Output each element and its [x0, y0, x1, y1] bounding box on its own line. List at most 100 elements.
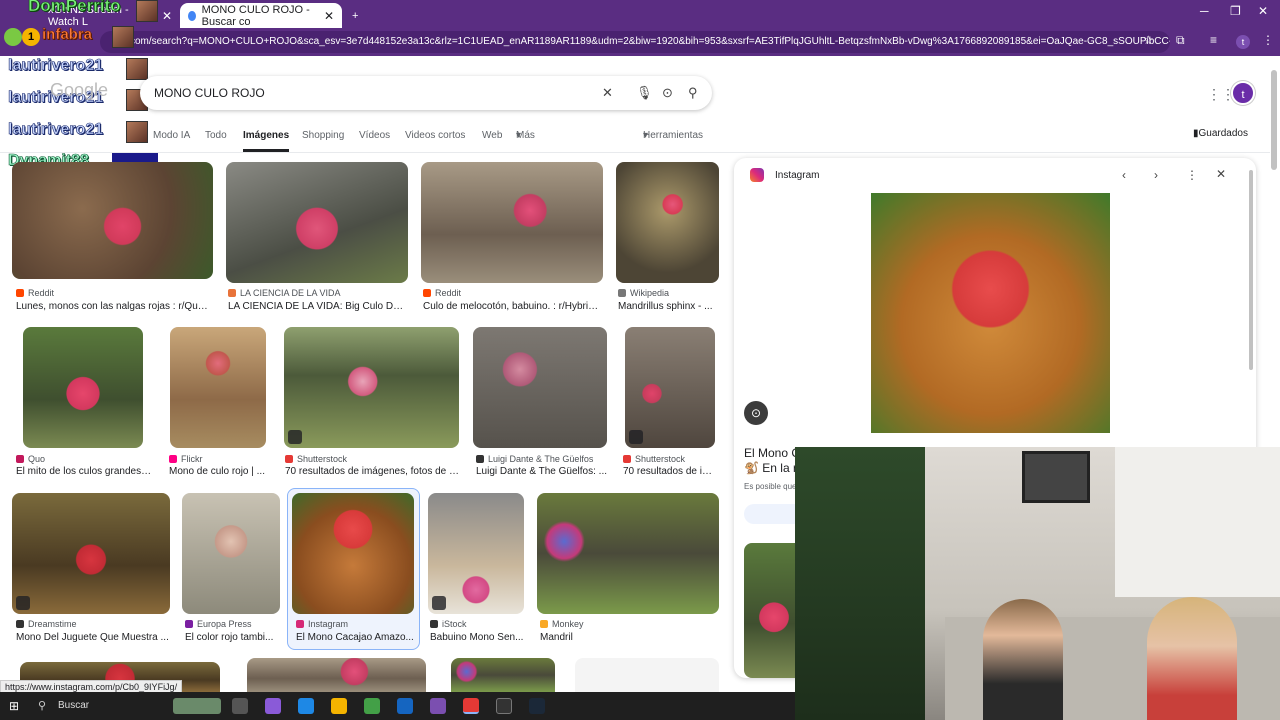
search-input[interactable]: MONO CULO ROJO	[154, 86, 265, 100]
steam-icon[interactable]	[529, 698, 545, 714]
result-title[interactable]: 70 resultados de imágenes, fotos de s...	[285, 466, 461, 477]
new-tab-button[interactable]: +	[344, 3, 366, 28]
taskbar-widget-icon[interactable]	[173, 698, 221, 714]
tab-videos-cortos[interactable]: Videos cortos	[405, 130, 465, 141]
result-image[interactable]	[23, 327, 143, 448]
result-image[interactable]	[247, 658, 426, 692]
minimize-icon[interactable]: ─	[1200, 4, 1209, 18]
close-window-icon[interactable]: ✕	[1258, 4, 1268, 18]
menu-icon[interactable]: ⋮	[1262, 33, 1274, 47]
overlay-user: infabra	[42, 26, 93, 44]
result-title[interactable]: LA CIENCIA DE LA VIDA: Big Culo Da...	[228, 301, 406, 312]
panel-title[interactable]: El Mono C	[744, 446, 800, 460]
result-title[interactable]: Lunes, monos con las nalgas rojas : r/Qu…	[16, 301, 211, 312]
result-title[interactable]: El color rojo tambi...	[185, 632, 275, 643]
task-view-icon[interactable]	[232, 698, 248, 714]
next-icon[interactable]: ›	[1154, 168, 1158, 182]
avatar[interactable]: t	[1231, 81, 1255, 105]
result-title[interactable]: Mono Del Juguete Que Muestra ...	[16, 632, 171, 643]
result-title[interactable]: 70 resultados de im...	[623, 466, 718, 477]
result-title[interactable]: Culo de melocotón, babuino. : r/Hybrid..…	[423, 301, 601, 312]
star-icon[interactable]: ☆	[1143, 33, 1154, 47]
tab-shopping[interactable]: Shopping	[302, 130, 344, 141]
result-image[interactable]	[182, 493, 280, 614]
restore-icon[interactable]: ❐	[1230, 4, 1241, 18]
result-source: Flickr	[169, 454, 203, 464]
microphone-icon[interactable]: 🎙	[636, 85, 653, 101]
result-image[interactable]	[12, 493, 170, 614]
tab-imagenes[interactable]: Imágenes	[243, 130, 290, 152]
result-source: Wikipedia	[618, 288, 669, 298]
saved-label: Guardados	[1198, 128, 1248, 139]
page-scrollbar[interactable]	[1271, 70, 1277, 170]
windows-start-icon[interactable]: ⊞	[9, 699, 19, 713]
result-image[interactable]	[421, 162, 603, 283]
result-image[interactable]	[284, 327, 459, 448]
result-title[interactable]: El mito de los culos grandes ...	[16, 466, 152, 477]
result-title[interactable]: Luigi Dante & The Güelfos: ...	[476, 466, 608, 477]
lens-icon[interactable]: ⊙	[662, 85, 673, 101]
clear-icon[interactable]: ✕	[602, 85, 613, 101]
panel-source[interactable]: Instagram	[775, 170, 819, 181]
lens-icon[interactable]: ⊙	[744, 401, 768, 425]
tab-modo-ia[interactable]: Modo IA	[153, 130, 190, 141]
tab-todo[interactable]: Todo	[205, 130, 227, 141]
result-image[interactable]	[292, 493, 414, 614]
flickr-icon	[169, 455, 177, 463]
video-icon	[629, 430, 643, 444]
tab-web[interactable]: Web	[482, 130, 502, 141]
result-image[interactable]	[473, 327, 607, 448]
panel-scrollbar[interactable]	[1249, 170, 1253, 370]
shutterstock-icon	[623, 455, 631, 463]
copilot-icon[interactable]	[265, 698, 281, 714]
profile-icon[interactable]: t	[1236, 35, 1250, 49]
more-icon[interactable]: ⋮	[1186, 168, 1198, 182]
result-image[interactable]	[575, 658, 719, 692]
browser-tab-bar: xGwNz Stream - Watch L ✕ MONO CULO ROJO …	[0, 0, 1280, 28]
tools-label: Herramientas	[643, 130, 704, 141]
taskbar-search[interactable]: Buscar	[58, 700, 89, 711]
result-title[interactable]: El Mono Cacajao Amazo...	[296, 632, 414, 643]
close-icon[interactable]: ✕	[1216, 167, 1226, 181]
search-icon[interactable]: ⚲	[688, 85, 698, 101]
result-image[interactable]	[226, 162, 408, 283]
site-icon	[185, 620, 193, 628]
preview-image[interactable]	[871, 193, 1110, 433]
wikipedia-icon	[618, 289, 626, 297]
google-logo[interactable]: Google	[50, 80, 108, 101]
overlay-avatar	[126, 121, 148, 143]
tab-videos[interactable]: Vídeos	[359, 130, 390, 141]
store-icon[interactable]	[364, 698, 380, 714]
result-image[interactable]	[170, 327, 266, 448]
saved-button[interactable]: ▮ Guardados	[1193, 128, 1248, 139]
search-icon[interactable]: ⚲	[38, 699, 46, 712]
extensions-icon[interactable]: ⧉	[1176, 33, 1185, 48]
result-title[interactable]: Babuino Mono Sen...	[430, 632, 525, 643]
result-image[interactable]	[451, 658, 555, 692]
media-icon[interactable]: ≡	[1210, 33, 1217, 47]
obs-icon[interactable]	[496, 698, 512, 714]
result-title[interactable]: Mono de culo rojo | ...	[169, 466, 269, 477]
chrome-icon[interactable]	[463, 698, 479, 714]
close-icon[interactable]: ✕	[324, 9, 334, 23]
result-image[interactable]	[625, 327, 715, 448]
result-image[interactable]	[616, 162, 719, 283]
person-left	[983, 599, 1063, 720]
outlook-icon[interactable]	[397, 698, 413, 714]
tab-search[interactable]: MONO CULO ROJO - Buscar co ✕	[180, 3, 342, 28]
address-bar-row: com/search?q=MONO+CULO+ROJO&sca_esv=3e7d…	[0, 28, 1280, 56]
folder-icon[interactable]	[331, 698, 347, 714]
result-image[interactable]	[537, 493, 719, 614]
url-field[interactable]: com/search?q=MONO+CULO+ROJO&sca_esv=3e7d…	[100, 31, 1170, 53]
edge-icon[interactable]	[298, 698, 314, 714]
result-image[interactable]	[12, 162, 213, 279]
discord-icon[interactable]	[430, 698, 446, 714]
result-image[interactable]	[428, 493, 524, 614]
result-title[interactable]: Mandrillus sphinx - ...	[618, 301, 718, 312]
prev-icon[interactable]: ‹	[1122, 168, 1126, 182]
result-title[interactable]: Mandril	[540, 632, 660, 643]
tools-button[interactable]: Herramientas ▾	[643, 130, 703, 141]
search-box[interactable]: MONO CULO ROJO ✕ 🎙 ⊙ ⚲	[140, 76, 712, 110]
close-icon[interactable]: ✕	[162, 9, 172, 23]
tab-mas[interactable]: Más ▾	[516, 130, 535, 141]
